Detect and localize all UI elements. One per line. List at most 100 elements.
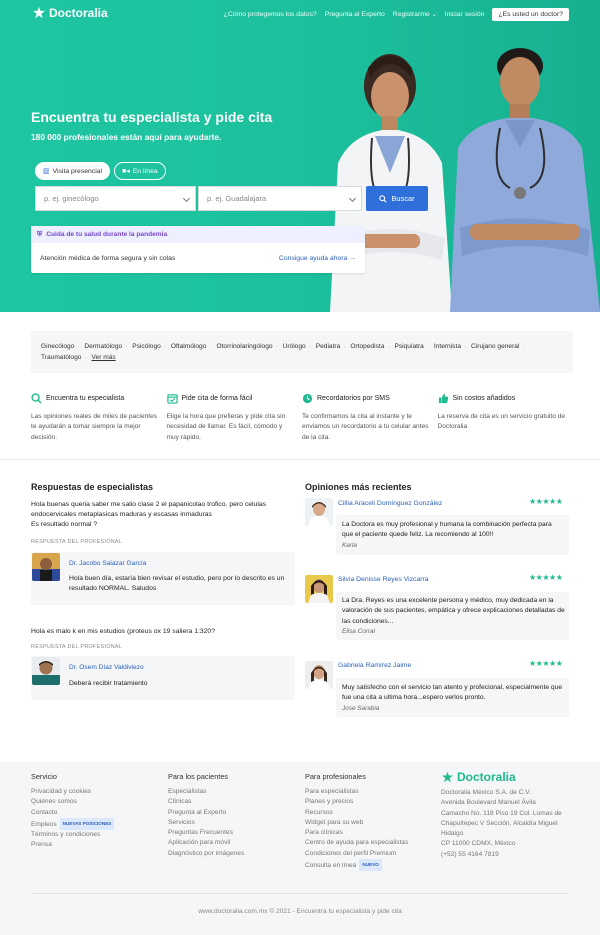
city-input[interactable]: p. ej. Guadalajara [198, 186, 362, 211]
separator: · [387, 343, 390, 350]
nav-register[interactable]: Registrarme ⌄ [393, 11, 437, 18]
footer-link[interactable]: Centro de ayuda para especialistas [305, 838, 408, 848]
feature-item: Pide cita de forma fácil Elige la hora q… [167, 392, 303, 443]
chevron-down-icon [182, 194, 191, 203]
feature-title-row: Encuentra tu especialista [31, 392, 161, 404]
footer-link[interactable]: Para clínicas [305, 828, 408, 838]
feature-title: Encuentra tu especialista [46, 394, 125, 402]
specialty-link[interactable]: Psicólogo [132, 343, 161, 350]
separator: · [463, 343, 467, 350]
doctor-name-link[interactable]: Dr. Jacobo Salazar García [69, 560, 146, 567]
footer-link[interactable]: Clínicas [168, 797, 244, 807]
features-row: Encuentra tu especialista Las opiniones … [31, 392, 573, 443]
review-text: La Doctora es muy profesional y humana l… [342, 521, 552, 539]
footer: Servicio Privacidad y cookies Quiénes so… [0, 762, 600, 935]
footer-link[interactable]: Términos y condiciones [31, 830, 114, 840]
footer-link[interactable]: Prensa [31, 840, 114, 850]
answer-label: RESPUESTA DEL PROFESIONAL [31, 539, 123, 545]
specialty-link[interactable]: Dermatólogo [84, 343, 122, 350]
chevron-down-icon [348, 194, 357, 203]
search-button[interactable]: Buscar [366, 186, 428, 211]
footer-link[interactable]: Diagnóstico por imágenes [168, 849, 244, 859]
building-icon: ▥ [43, 168, 50, 175]
calendar-check-icon [166, 393, 178, 404]
specialty-link[interactable]: Otorrinolaringólogo [216, 343, 272, 350]
footer-link[interactable]: Privacidad y cookies [31, 787, 114, 797]
specialty-input[interactable]: p. ej. ginecólogo [35, 186, 196, 211]
separator: · [522, 343, 525, 350]
doctor-name-link[interactable]: Dr. Osem Díaz Valdiviezo [69, 664, 144, 671]
footer-link-online[interactable]: Consulta en línea NUEVO [305, 859, 408, 872]
separator: · [125, 343, 128, 350]
tab-in-person-label: Visita presencial [52, 167, 102, 175]
footer-link-jobs[interactable]: Empleos NUEVAS POSICIONES [31, 817, 115, 831]
specialty-link[interactable]: Traumatólogo [41, 354, 81, 361]
specialty-link[interactable]: Cirujano general [471, 343, 519, 350]
search-button-label: Buscar [391, 194, 415, 203]
footer-link[interactable]: Para especialistas [305, 787, 408, 797]
footer-link[interactable]: Widget para su web [305, 818, 408, 828]
footer-link[interactable]: Condiciones del perfil Premium [305, 849, 408, 859]
specialty-link[interactable]: Ortopedista [350, 343, 384, 350]
hero-title: Encuentra tu especialista y pide cita [31, 109, 273, 125]
company-line: CP 11000 CDMX, México [441, 840, 516, 848]
footer-link[interactable]: Recursos [305, 808, 408, 818]
review-author: Karla [342, 542, 357, 549]
company-line: Chapultepec V Sección, Alcaldía Miguel [441, 819, 558, 827]
footer-heading: Para profesionales [305, 772, 366, 781]
doctoralia-logo-icon [441, 771, 454, 782]
footer-col-servicio: Servicio Privacidad y cookies Quiénes so… [31, 772, 115, 851]
answer-card[interactable] [31, 656, 295, 700]
company-line: Hidalgo [441, 830, 464, 838]
tab-in-person[interactable]: ▥ Visita presencial [35, 162, 110, 180]
review-doctor-link[interactable]: Silvia Denisse Reyes Vizcarra [338, 576, 429, 583]
specialty-link[interactable]: Oftalmólogo [171, 343, 207, 350]
specialty-link[interactable]: Pediatra [316, 343, 341, 350]
footer-link[interactable]: Planes y precios [305, 797, 408, 807]
footer-link[interactable]: Pregunta al Experto [168, 808, 244, 818]
footer-col-profesionales: Para profesionales Para especialistas Pl… [305, 772, 408, 872]
rating-stars: ★★★★★ [529, 573, 563, 582]
review-doctor-link[interactable]: Gabriela Ramírez Jaime [338, 662, 411, 669]
are-you-doctor-button[interactable]: ¿Es usted un doctor? [492, 8, 569, 21]
tab-online[interactable]: ■◂ En línea [114, 162, 166, 180]
specialty-link[interactable]: Ginecólogo [41, 343, 74, 350]
footer-link[interactable]: Preguntas Frecuentes [168, 828, 244, 838]
nav-ask-expert[interactable]: Pregunta al Experto [325, 11, 385, 18]
doctoralia-logo[interactable]: Doctoralia [32, 6, 108, 20]
pandemic-link[interactable]: Consigue ayuda ahora → [279, 255, 356, 262]
review-doctor-link[interactable]: Cillia Araceli Domínguez González [338, 500, 442, 507]
company-line: Camacho No. 118 Piso 19 Col. Lomas de [441, 809, 562, 817]
footer-company: Doctoralia Doctoralia México S.A. de C.V… [441, 770, 562, 860]
footer-link[interactable]: Servicios [168, 818, 244, 828]
review-author: Jose Sarabia [342, 705, 380, 712]
arrow-right-icon: → [349, 254, 356, 262]
feature-item: Encuentra tu especialista Las opiniones … [31, 392, 167, 443]
separator: · [77, 343, 80, 350]
nav-login[interactable]: Iniciar sesión [445, 11, 485, 18]
reviews-title: Opiniones más recientes [305, 482, 412, 492]
specialty-link[interactable]: Urólogo [283, 343, 306, 350]
specialty-link[interactable]: Internista [434, 343, 461, 350]
search-box: ▥ Visita presencial ■◂ En línea p. ej. g… [31, 158, 432, 216]
see-more-link[interactable]: Ver más [92, 354, 116, 361]
search-icon [31, 392, 42, 404]
question-text[interactable]: Hola es malo k en mis estudios (proteus … [31, 627, 291, 637]
question-text[interactable]: Hola buenas queria saber me salio clase … [31, 500, 291, 530]
answer-text: Deberá recibir tratamiento [69, 680, 148, 687]
footer-link[interactable]: Quiénes somos [31, 797, 114, 807]
company-phone: (+52) 55 4164 7819 [441, 850, 499, 858]
tab-online-label: En línea [132, 167, 158, 175]
feature-title: Pide cita de forma fácil [181, 394, 253, 402]
footer-link[interactable]: Contacto [31, 808, 114, 818]
footer-link[interactable]: Especialistas [168, 787, 244, 797]
doctor-avatar [305, 575, 333, 603]
shield-icon: ⛨ [37, 230, 43, 238]
separator: · [343, 343, 346, 350]
footer-link[interactable]: Aplicación para móvil [168, 838, 244, 848]
footer-logo[interactable]: Doctoralia [441, 770, 562, 784]
nav-data-protection[interactable]: ¿Cómo protegemos los datos? [224, 11, 317, 18]
specialty-link[interactable]: Psiquiatra [394, 343, 423, 350]
pandemic-link-label: Consigue ayuda ahora [278, 254, 348, 262]
review-text: Muy satisfecho con el servicio tan atent… [342, 684, 563, 702]
